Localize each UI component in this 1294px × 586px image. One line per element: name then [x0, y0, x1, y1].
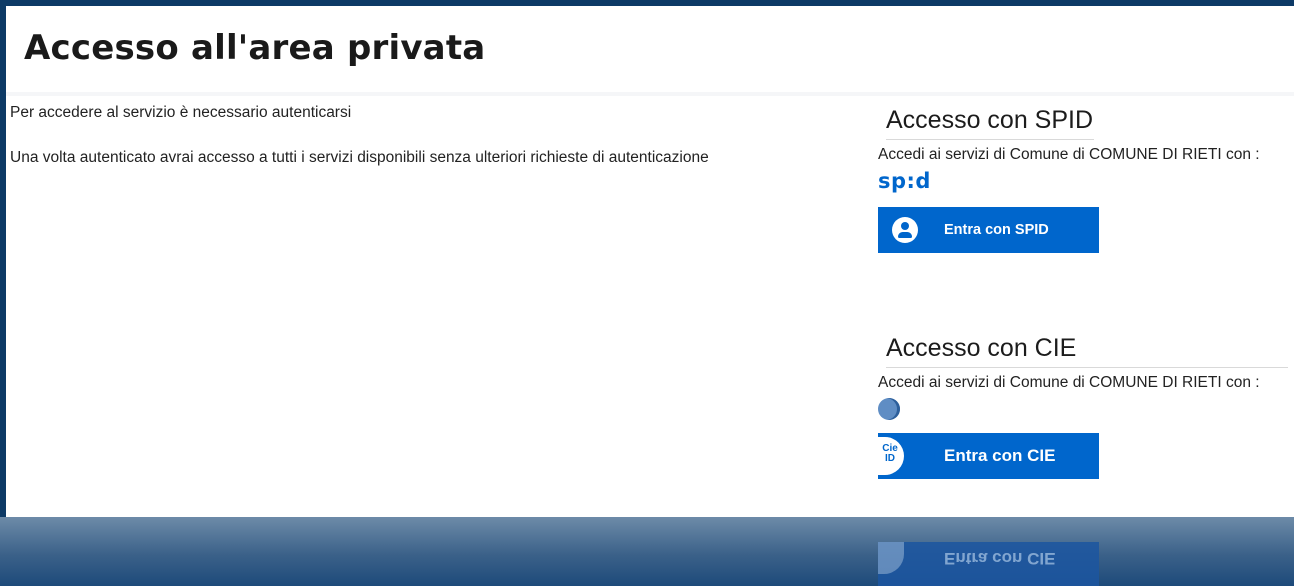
spid-button-label: Entra con SPID [944, 222, 1049, 238]
cie-description: Accedi ai servizi di Comune di COMUNE DI… [878, 374, 1260, 391]
cie-id-icon-text: Cie ID [882, 443, 898, 464]
spid-description: Accedi ai servizi di Comune di COMUNE DI… [878, 146, 1260, 163]
user-icon [892, 217, 918, 243]
spid-logo: sp:d [878, 169, 931, 193]
title-divider [6, 92, 1294, 96]
reflected-button-label: Entra con CIE [944, 549, 1056, 568]
reflected-cie-button: Entra con CIE [878, 542, 1099, 586]
cie-login-button[interactable]: Cie ID Entra con CIE [878, 433, 1099, 479]
spid-section: Accesso con SPID Accedi ai servizi di Co… [878, 106, 1288, 253]
spid-heading: Accesso con SPID [886, 106, 1094, 140]
intro-text: Per accedere al servizio è necessario au… [10, 104, 352, 121]
cie-section: Accesso con CIE Accedi ai servizi di Com… [878, 334, 1288, 479]
page-title: Accesso all'area privata [24, 28, 486, 68]
spid-login-button[interactable]: Entra con SPID [878, 207, 1099, 253]
intro-detail-text: Una volta autenticato avrai accesso a tu… [10, 149, 709, 166]
cie-button-label: Entra con CIE [944, 446, 1056, 465]
login-page: Accesso all'area privata Per accedere al… [6, 6, 1294, 517]
cie-heading: Accesso con CIE [886, 334, 1288, 368]
reflected-cie-id-icon [878, 542, 904, 574]
cie-logo-icon [878, 398, 900, 420]
reflection-overlay: Entra con CIE [0, 517, 1294, 586]
cie-id-icon: Cie ID [878, 437, 904, 475]
